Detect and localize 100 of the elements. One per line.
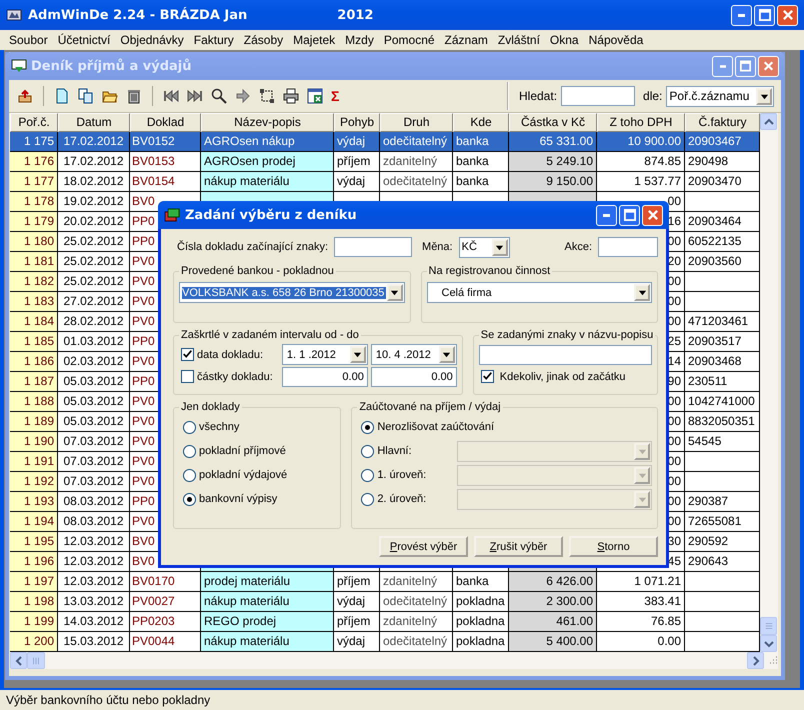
spreadsheet-icon[interactable] [307,88,323,104]
horizontal-scrollbar[interactable] [10,652,778,669]
table-cell: 08.03.2012 [58,492,130,512]
printer-icon[interactable] [283,88,299,104]
menu-item[interactable]: Majetek [288,33,340,47]
table-cell: 1 537.77 [597,172,685,192]
table-cell: BV0152 [130,132,201,152]
menu-item[interactable]: Okna [544,33,584,47]
table-cell: 65 331.00 [509,132,597,152]
column-header[interactable]: Č.faktury [685,113,760,132]
menu-item[interactable]: Zvláštní [492,33,545,47]
journal-icon [11,58,27,74]
date-dropdown[interactable]: 10. 4 .2012 [370,344,457,365]
sum-button[interactable]: Σ [331,88,340,104]
table-cell: 28.02.2012 [58,312,130,332]
column-header[interactable]: Pohyb [334,113,380,132]
radio-button[interactable] [183,420,196,434]
menu-item[interactable]: Nápověda [584,33,648,47]
menu-item[interactable]: Soubor [4,33,53,47]
crop-icon[interactable] [259,88,275,104]
maximize-button[interactable] [619,204,640,226]
bank-account-dropdown[interactable]: VOLKSBANK a.s. 658 26 Brno 21300035 [179,282,404,303]
date-dropdown[interactable]: 1. 1 .2012 [282,344,368,365]
table-cell: prodej materiálu [201,572,334,592]
column-header[interactable]: Druh [380,113,453,132]
amount-field[interactable]: 0.00 [370,366,457,386]
checkbox[interactable] [480,370,494,383]
maximize-button[interactable] [754,4,775,26]
trash-icon[interactable] [126,88,142,104]
column-header[interactable]: Poř.č. [10,113,58,132]
table-cell: 05.03.2012 [58,412,130,432]
minimize-icon [738,14,745,16]
amount-field[interactable]: 0.00 [282,366,368,386]
table-cell: 874.85 [597,152,685,172]
new-document-icon[interactable] [54,88,70,104]
dialog-button[interactable]: Storno [569,536,658,557]
checkbox[interactable] [181,348,194,361]
table-cell: 1 199 [10,612,58,632]
menu-item[interactable]: Mzdy [340,33,379,47]
checkbox[interactable] [181,370,194,383]
maximize-button[interactable] [735,56,756,76]
copy-icon[interactable] [78,88,94,104]
grip-lines-icon [32,656,40,664]
table-cell: 1 186 [10,352,58,372]
radio-button[interactable] [183,468,196,482]
column-header[interactable]: Kde [453,113,509,132]
activity-dropdown[interactable]: Celá firma [426,282,652,303]
close-button[interactable] [777,4,798,26]
scroll-up-button[interactable] [760,113,777,130]
currency-dropdown[interactable]: KČ [458,236,510,258]
search-label: Hledat: [519,89,558,103]
table-cell: zdanitelný [380,612,453,632]
arrow-right-icon[interactable] [235,88,251,104]
sort-dropdown[interactable]: Poř.č.záznamu [666,86,774,106]
arrow-left-icon [14,656,22,666]
menu-item[interactable]: Zásoby [238,33,288,47]
radio-label: 1. úroveň: [377,469,428,481]
window-title: AdmWinDe 2.24 - BRÁZDA Jan [28,8,248,22]
column-header[interactable]: Z toho DPH [597,113,685,132]
close-icon [782,9,794,21]
close-button[interactable] [642,204,663,226]
table-cell: PV0027 [130,592,201,612]
menu-item[interactable]: Faktury [188,33,239,47]
menu-item[interactable]: Pomocné [378,33,440,47]
scroll-thumb[interactable] [760,617,777,635]
column-header[interactable]: Název-popis [201,113,334,132]
close-button[interactable] [758,56,779,76]
description-field[interactable] [478,345,652,365]
action-field[interactable] [598,237,658,257]
vertical-scrollbar[interactable] [760,113,778,652]
table-cell: banka [453,572,509,592]
radio-button[interactable] [183,444,196,458]
last-record-icon[interactable] [187,88,203,104]
minimize-button[interactable] [596,204,617,226]
exit-icon[interactable] [17,88,33,104]
minimize-button[interactable] [731,4,752,26]
table-cell: 1 198 [10,592,58,612]
search-field[interactable] [561,86,636,106]
scroll-right-button[interactable] [747,652,764,669]
radio-button[interactable] [361,420,374,434]
prefix-field[interactable] [334,237,412,257]
radio-button[interactable] [183,492,196,506]
menu-item[interactable]: Záznam [440,33,493,47]
scroll-left-button[interactable] [10,652,27,669]
column-header[interactable]: Datum [58,113,130,132]
dialog-button[interactable]: Provést výběr [379,536,468,557]
scroll-thumb[interactable] [27,652,45,669]
scroll-down-button[interactable] [760,635,777,652]
column-header[interactable]: Částka v Kč [509,113,597,132]
search-icon[interactable] [211,88,227,104]
dialog-button[interactable]: Zrušit výběr [474,536,563,557]
first-record-icon[interactable] [163,88,179,104]
menu-item[interactable]: Účetnictví [52,33,116,47]
radio-label: všechny [199,421,240,433]
column-header[interactable]: Doklad [130,113,201,132]
action-label: Akce: [564,241,592,253]
table-cell: 471203461 [685,312,760,332]
resize-grip-icon[interactable] [769,656,778,665]
menu-item[interactable]: Objednávky [115,33,189,47]
minimize-button[interactable] [712,56,733,76]
